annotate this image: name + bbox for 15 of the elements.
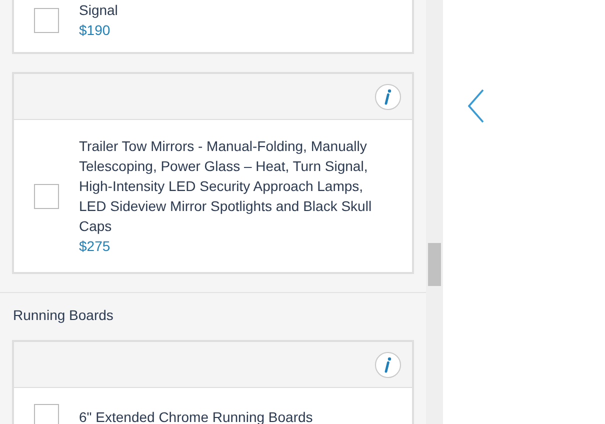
option-description: Signal bbox=[79, 1, 118, 20]
option-description: Trailer Tow Mirrors - Manual-Folding, Manually Telescoping, Power Glass – Heat, Turn Signal, High-Intensity LED Security Approach Lamps, LED Sideview Mirror Spotlights and Black Skull Caps bbox=[79, 137, 373, 236]
option-price: $275 bbox=[79, 237, 112, 256]
info-button[interactable] bbox=[375, 352, 401, 378]
info-icon bbox=[384, 88, 392, 104]
info-icon bbox=[384, 356, 392, 372]
section-title: Running Boards bbox=[12, 306, 114, 325]
scrollbar-thumb[interactable] bbox=[428, 243, 441, 286]
chevron-left-icon bbox=[468, 89, 484, 123]
previous-button[interactable] bbox=[467, 88, 485, 124]
option-checkbox[interactable] bbox=[34, 8, 59, 32]
option-price: $190 bbox=[79, 21, 112, 40]
info-button[interactable] bbox=[375, 84, 401, 110]
option-checkbox[interactable] bbox=[34, 184, 59, 208]
option-checkbox[interactable] bbox=[34, 404, 59, 424]
